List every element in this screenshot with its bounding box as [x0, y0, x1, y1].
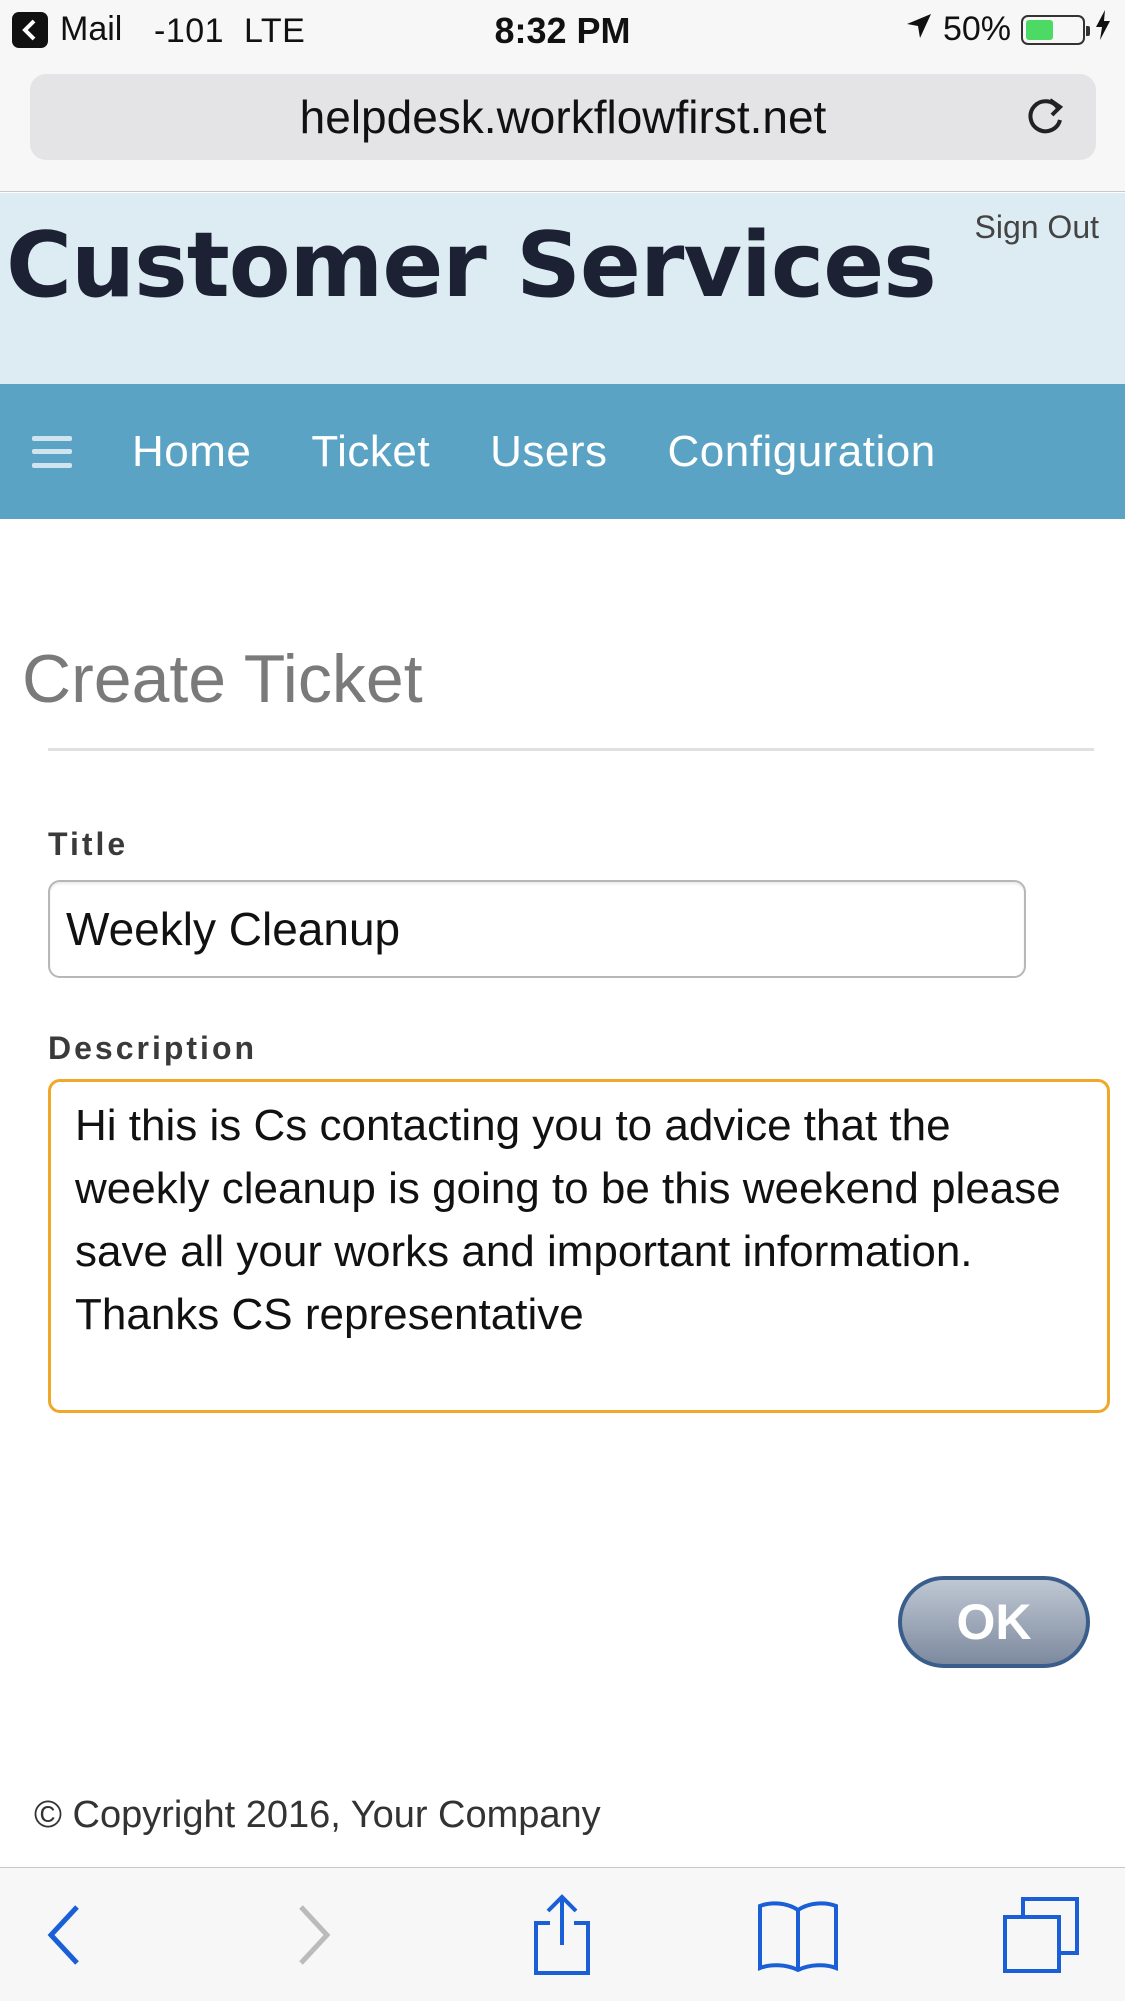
status-bar: Mail -101 LTE 8:32 PM 50% — [0, 0, 1125, 62]
nav-item-ticket[interactable]: Ticket — [311, 427, 430, 477]
description-textarea[interactable]: Hi this is Cs contacting you to advice t… — [48, 1079, 1110, 1413]
url-text: helpdesk.workflowfirst.net — [299, 91, 827, 143]
address-bar[interactable]: helpdesk.workflowfirst.net — [30, 74, 1096, 160]
description-label: Description — [48, 1030, 258, 1066]
page-title: Create Ticket — [22, 641, 423, 717]
nav-item-users[interactable]: Users — [490, 427, 607, 477]
site-title: Customer Services — [6, 213, 937, 318]
nav-item-configuration[interactable]: Configuration — [668, 427, 936, 477]
browser-address-area: helpdesk.workflowfirst.net — [0, 62, 1125, 192]
nav-item-home[interactable]: Home — [132, 427, 251, 477]
bookmarks-icon[interactable] — [753, 1890, 843, 1980]
forward-icon[interactable] — [268, 1890, 358, 1980]
sign-out-link[interactable]: Sign Out — [974, 209, 1099, 246]
browser-toolbar — [0, 1867, 1125, 2001]
ok-button[interactable]: OK — [898, 1576, 1090, 1668]
copyright-text: © Copyright 2016, Your Company — [34, 1794, 601, 1836]
title-label: Title — [48, 826, 129, 862]
share-icon[interactable] — [517, 1890, 607, 1980]
tabs-icon[interactable] — [996, 1890, 1086, 1980]
hamburger-menu-icon[interactable] — [32, 435, 72, 468]
main-nav: Home Ticket Users Configuration — [0, 384, 1125, 519]
location-arrow-icon — [905, 10, 933, 49]
reload-icon[interactable] — [1022, 94, 1068, 140]
title-divider — [48, 748, 1094, 751]
back-icon[interactable] — [20, 1890, 110, 1980]
charging-bolt-icon — [1095, 10, 1111, 49]
title-input[interactable] — [48, 880, 1026, 978]
battery-percent: 50% — [942, 10, 1011, 48]
site-header: Customer Services Sign Out — [0, 193, 1125, 384]
battery-icon — [1021, 14, 1090, 45]
